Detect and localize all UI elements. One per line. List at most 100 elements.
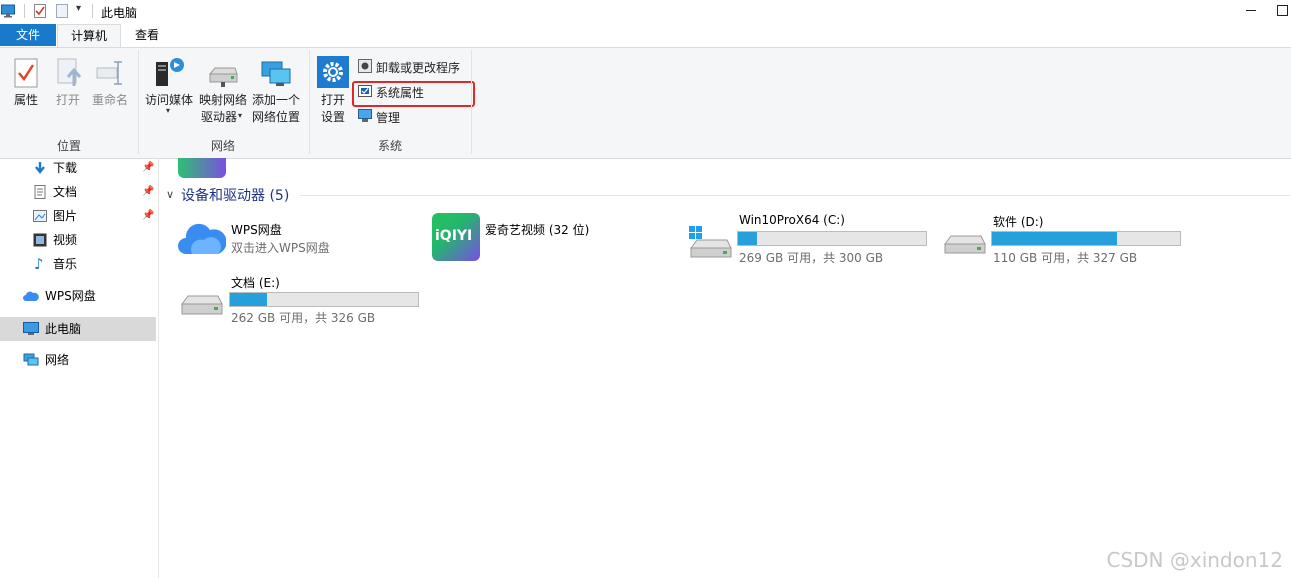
iqiyi-logo-icon: iQIYI	[432, 213, 480, 261]
gear-icon	[317, 56, 349, 88]
open-icon	[57, 58, 82, 86]
nav-item-pictures[interactable]: 图片 📌	[0, 205, 156, 227]
drive-usage-fill	[738, 232, 758, 245]
group-label-network: 网络	[210, 139, 235, 153]
nav-item-label: 文档	[53, 185, 78, 199]
network-drive-icon	[208, 67, 238, 87]
properties-button[interactable]: 属性	[6, 56, 46, 126]
drive-space: 262 GB 可用，共 326 GB	[231, 311, 376, 325]
minimize-icon[interactable]	[1246, 10, 1256, 11]
drive-space: 269 GB 可用，共 300 GB	[739, 251, 884, 265]
drive-d-item[interactable]: 软件 (D:) 110 GB 可用，共 327 GB	[940, 212, 1185, 265]
computer-icon	[1, 4, 15, 18]
network-icon	[23, 353, 39, 366]
drive-usage-fill	[992, 232, 1117, 245]
map-drive-label-2: 驱动器	[200, 110, 237, 124]
pin-icon[interactable]: 📌	[142, 181, 154, 203]
drive-usage-bar	[229, 292, 419, 307]
access-media-button[interactable]: 访问媒体 ▾	[143, 56, 195, 126]
drive-e-item[interactable]: 文档 (E:) 262 GB 可用，共 326 GB	[177, 272, 422, 325]
nav-item-downloads[interactable]: 下载 📌	[0, 157, 156, 179]
nav-item-music[interactable]: ♪ 音乐	[0, 253, 156, 275]
drive-usage-fill	[230, 293, 267, 306]
nav-item-label: 视频	[53, 233, 78, 247]
drive-usage-bar	[737, 231, 927, 246]
iqiyi-logo-text: iQIYI	[435, 228, 473, 244]
open-settings-label-1: 打开	[320, 93, 345, 107]
drive-c-item[interactable]: Win10ProX64 (C:) 269 GB 可用，共 300 GB	[686, 212, 931, 265]
section-header[interactable]: 设备和驱动器 (5)	[181, 185, 289, 205]
map-drive-label-1: 映射网络	[198, 93, 247, 107]
wps-cloud-item[interactable]: WPS网盘 双击进入WPS网盘	[176, 212, 416, 262]
nav-item-this-pc[interactable]: 此电脑	[0, 317, 156, 341]
nav-item-label: 音乐	[53, 257, 78, 271]
manage-icon	[358, 109, 372, 122]
maximize-icon[interactable]	[1277, 5, 1288, 16]
divider	[92, 4, 93, 18]
watermark: CSDN @xindon12	[1106, 548, 1283, 572]
pin-icon[interactable]: 📌	[142, 205, 154, 227]
document-icon	[34, 185, 46, 199]
group-separator	[471, 50, 472, 154]
item-name: WPS网盘	[231, 223, 282, 237]
title-bar: ▾ 此电脑	[0, 0, 1291, 24]
item-name: 爱奇艺视频 (32 位)	[485, 223, 590, 237]
picture-icon	[33, 210, 47, 222]
open-label: 打开	[55, 93, 80, 107]
properties-icon	[14, 58, 38, 88]
drive-icon	[944, 235, 986, 254]
collapse-chevron-icon[interactable]: ∨	[166, 188, 174, 201]
nav-item-wps-cloud[interactable]: WPS网盘	[0, 285, 156, 307]
add-network-location-button[interactable]: 添加一个 网络位置	[250, 56, 302, 126]
uninstall-label: 卸载或更改程序	[376, 61, 461, 75]
window-title: 此电脑	[101, 6, 138, 20]
nav-item-label: 网络	[45, 353, 70, 367]
nav-item-label: WPS网盘	[45, 289, 96, 303]
dropdown-arrow-icon: ▾	[166, 106, 171, 115]
add-location-label-2: 网络位置	[251, 110, 300, 124]
nav-item-label: 图片	[53, 209, 78, 223]
drive-icon	[181, 295, 223, 315]
add-location-label-1: 添加一个	[251, 93, 300, 107]
program-icon	[358, 59, 372, 73]
nav-item-documents[interactable]: 文档 📌	[0, 181, 156, 203]
open-settings-label-2: 设置	[320, 110, 345, 124]
pin-icon[interactable]: 📌	[142, 157, 154, 179]
network-location-icon	[261, 61, 291, 86]
new-folder-icon[interactable]	[55, 4, 69, 18]
nav-item-videos[interactable]: 视频	[0, 229, 156, 251]
iqiyi-item[interactable]: iQIYI 爱奇艺视频 (32 位)	[430, 212, 670, 264]
map-network-drive-button[interactable]: 映射网络 驱动器 ▾	[197, 56, 249, 126]
tab-view[interactable]: 查看	[123, 24, 171, 46]
highlight-box	[352, 81, 475, 107]
cloud-icon	[178, 223, 226, 254]
windows-drive-icon	[689, 226, 732, 258]
cloud-icon	[23, 291, 39, 301]
properties-icon[interactable]	[33, 4, 47, 18]
drive-name: 文档 (E:)	[231, 276, 280, 290]
properties-label: 属性	[13, 93, 38, 107]
tab-file[interactable]: 文件	[0, 24, 56, 46]
media-server-icon	[156, 58, 184, 86]
nav-item-label: 下载	[53, 161, 78, 175]
nav-item-network[interactable]: 网络	[0, 349, 156, 371]
tab-computer[interactable]: 计算机	[57, 24, 121, 48]
drive-usage-bar	[991, 231, 1181, 246]
section-divider	[300, 195, 1290, 196]
divider	[24, 4, 25, 18]
item-subtitle: 双击进入WPS网盘	[231, 241, 330, 255]
customize-toolbar-icon[interactable]: ▾	[76, 3, 81, 14]
computer-icon	[23, 322, 39, 335]
video-icon	[33, 233, 47, 247]
group-label-location: 位置	[56, 139, 81, 153]
app-icon	[178, 158, 226, 178]
nav-item-label: 此电脑	[45, 322, 82, 336]
open-settings-button[interactable]: 打开 设置	[316, 56, 350, 126]
drive-name: Win10ProX64 (C:)	[739, 213, 845, 227]
rename-button[interactable]: 重命名	[90, 56, 130, 126]
open-button[interactable]: 打开	[50, 56, 86, 126]
music-icon: ♪	[34, 255, 44, 273]
drive-name: 软件 (D:)	[993, 215, 1044, 229]
manage-label: 管理	[376, 111, 401, 125]
dropdown-arrow-icon: ▾	[238, 111, 243, 120]
